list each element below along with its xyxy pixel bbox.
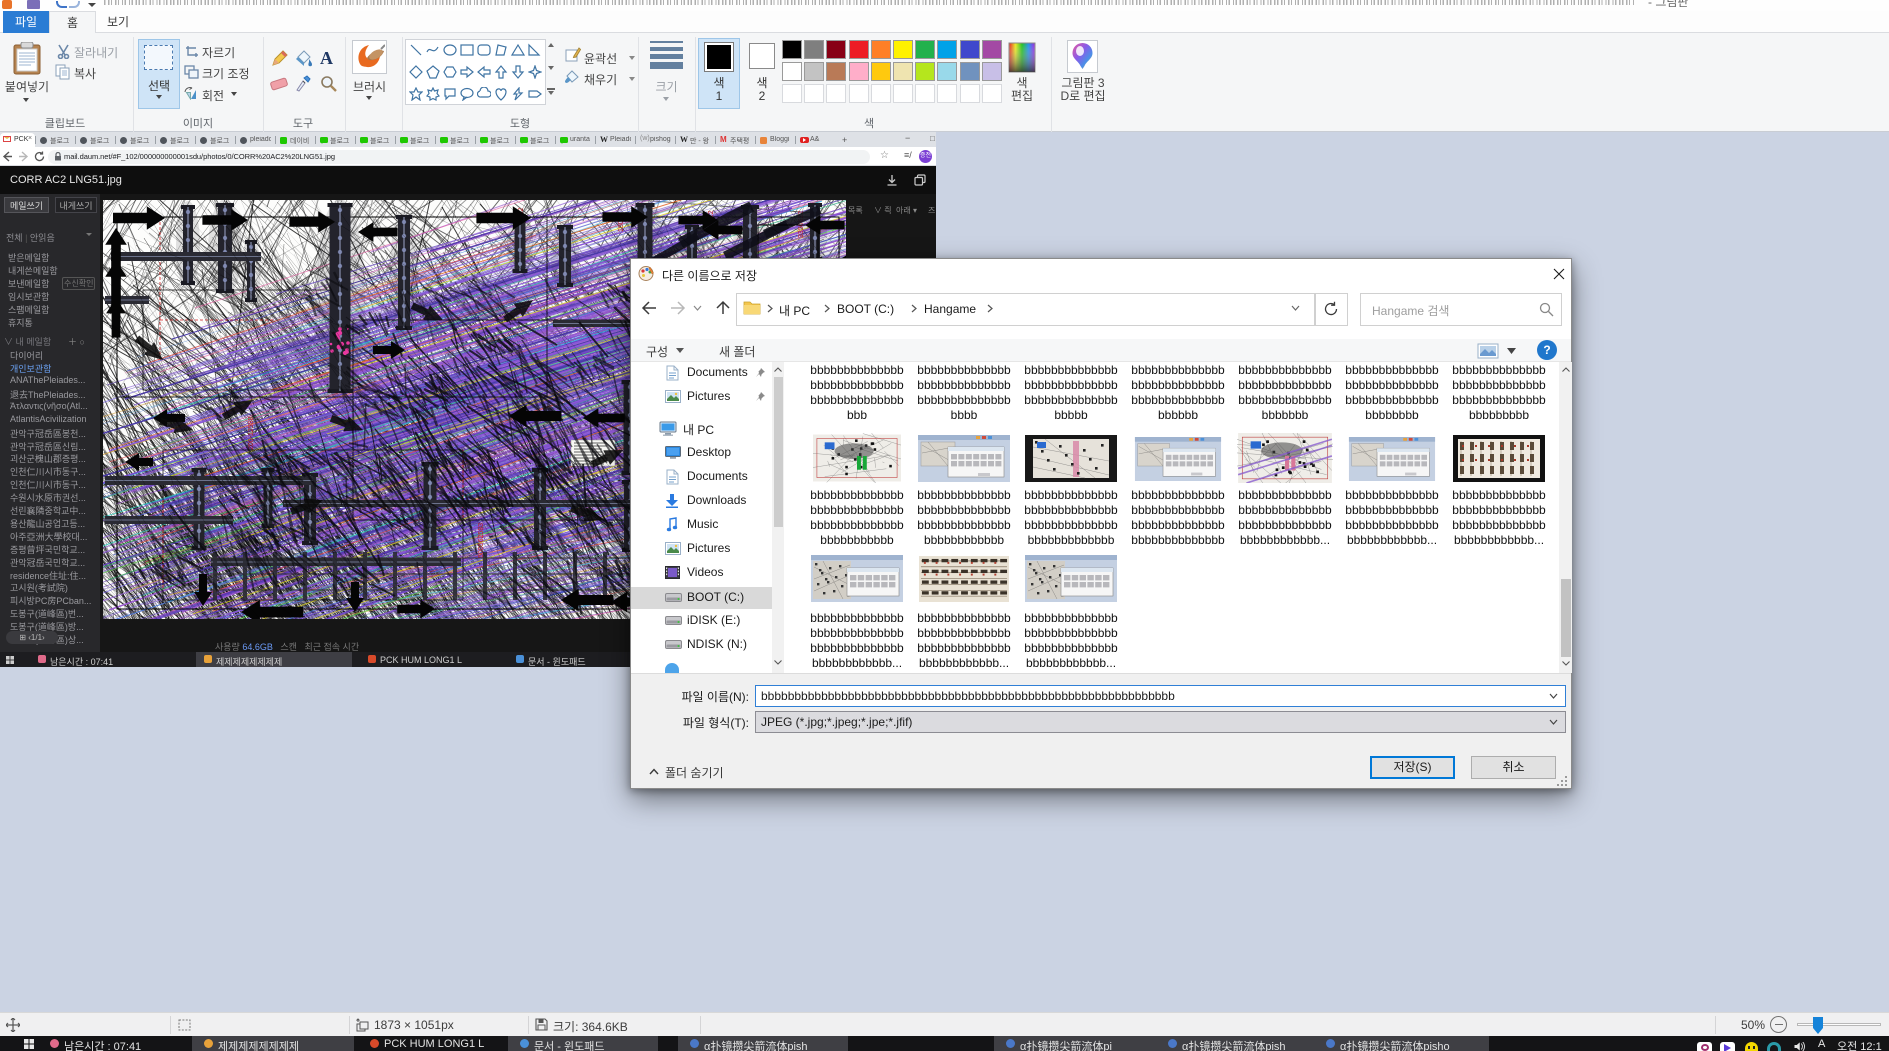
svg-text:150: 150 <box>618 220 625 232</box>
